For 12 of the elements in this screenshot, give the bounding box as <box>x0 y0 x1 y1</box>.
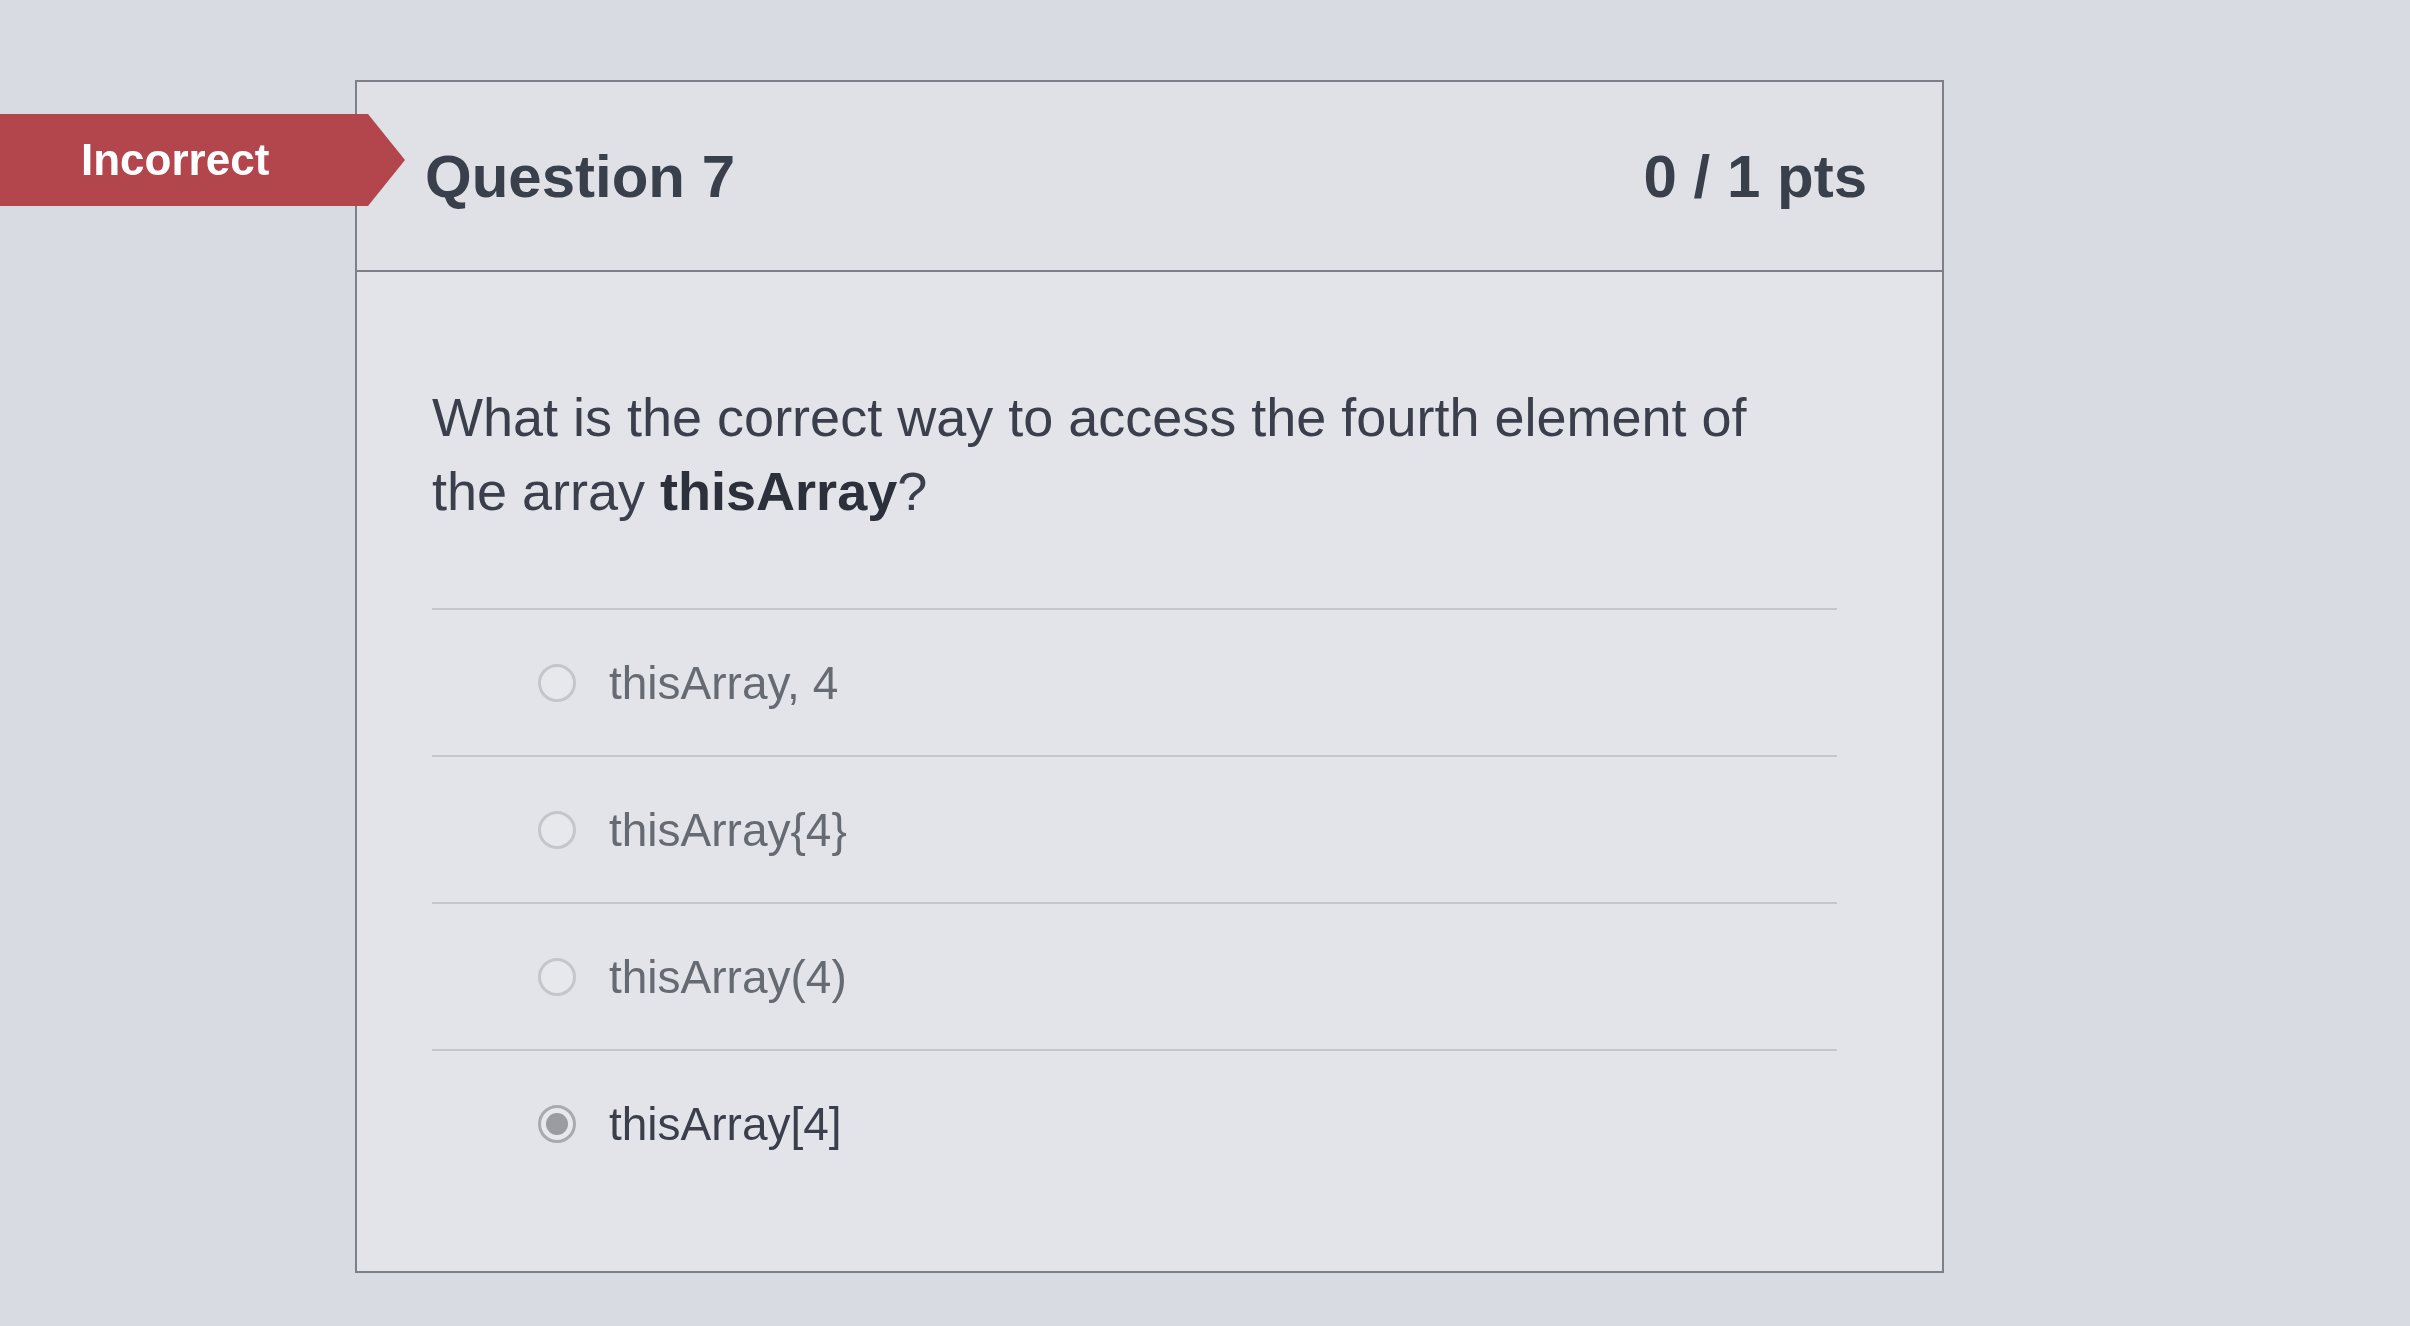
radio-button[interactable] <box>537 809 577 850</box>
answer-option: thisArray[4] <box>609 1096 842 1151</box>
radio-button[interactable] <box>537 956 577 997</box>
points-score: 0 / 1 pts <box>1643 141 1867 211</box>
answer-option: thisArray, 4 <box>609 655 839 710</box>
radio-button[interactable] <box>537 662 577 703</box>
radio-button[interactable] <box>537 1103 577 1144</box>
question-title: Question 7 <box>425 141 736 211</box>
incorrect-banner: Incorrect <box>0 114 405 206</box>
answer-option: thisArray{4} <box>609 802 847 857</box>
answer-option: thisArray(4) <box>609 949 847 1004</box>
question-text: What is the correct way to access the fourth element of the array thisArray? <box>432 386 1748 523</box>
